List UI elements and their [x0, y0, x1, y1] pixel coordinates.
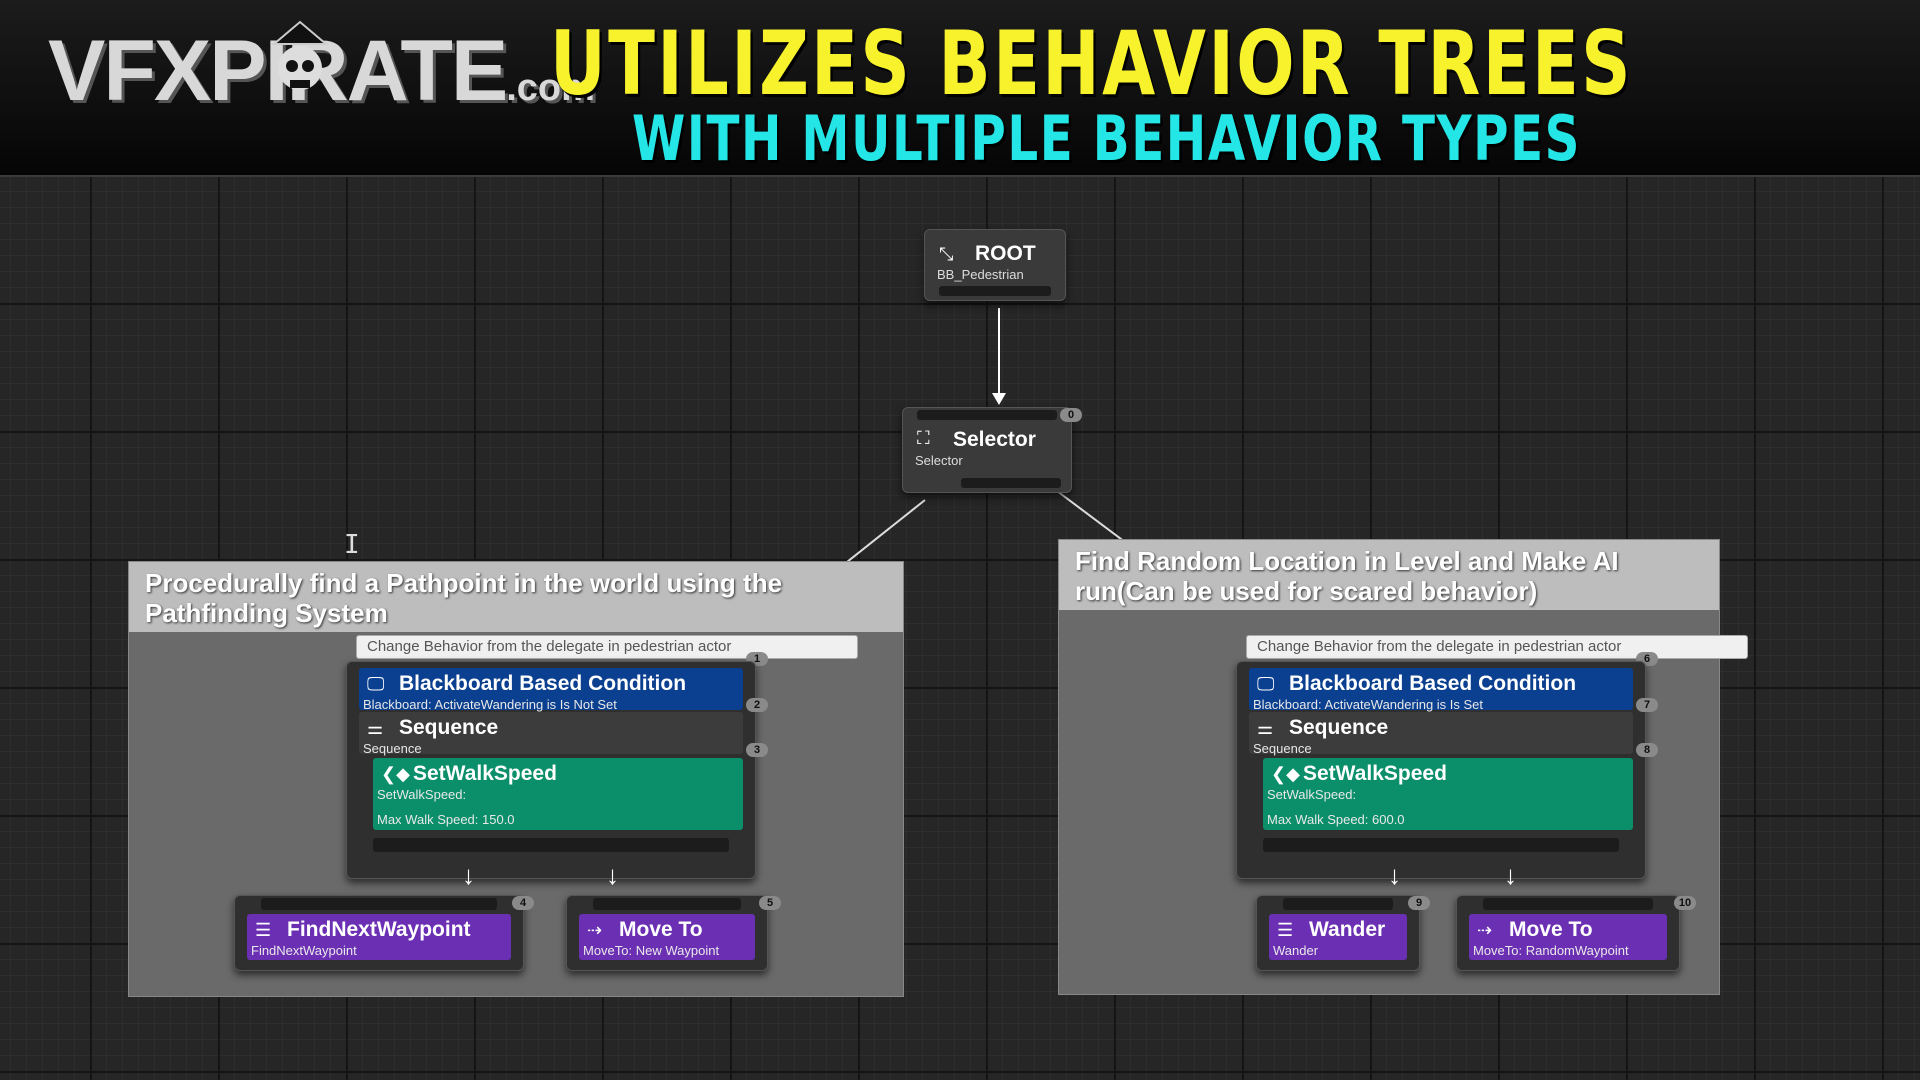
task-node-move-to-right[interactable]: ⇢ Move To MoveTo: RandomWaypoint — [1456, 895, 1680, 971]
root-node[interactable]: ⤡ ROOT BB_Pedestrian — [924, 229, 1066, 301]
execution-index-badge: 9 — [1408, 896, 1430, 910]
service-line1: SetWalkSpeed: — [377, 787, 467, 802]
sequence-output-pin[interactable] — [1263, 838, 1619, 852]
task-body: ⇢ Move To MoveTo: New Waypoint — [579, 914, 755, 960]
execution-index-badge: 4 — [512, 896, 534, 910]
task-body: ⇢ Move To MoveTo: RandomWaypoint — [1469, 914, 1667, 960]
execution-index-badge: 5 — [759, 896, 781, 910]
execution-index-badge: 0 — [1060, 408, 1082, 422]
task-subtitle: MoveTo: RandomWaypoint — [1473, 943, 1629, 958]
selector-subtitle: Selector — [915, 453, 963, 468]
comment-title: Find Random Location in Level and Make A… — [1059, 540, 1719, 610]
service-set-walk-speed[interactable]: ❮◆ SetWalkSpeed SetWalkSpeed: Max Walk S… — [1263, 758, 1633, 830]
service-icon: ❮◆ — [1271, 764, 1300, 784]
selector-node[interactable]: ⛶ Selector Selector — [902, 407, 1072, 493]
selector-title: Selector — [953, 428, 1036, 451]
comment-title: Procedurally find a Pathpoint in the wor… — [129, 562, 903, 632]
task-subtitle: FindNextWaypoint — [251, 943, 357, 958]
root-output-pin[interactable] — [939, 286, 1051, 296]
task-body: ☰ Wander Wander — [1269, 914, 1407, 960]
execution-index-badge: 2 — [746, 698, 768, 712]
task-body: ☰ FindNextWaypoint FindNextWaypoint — [247, 914, 511, 960]
composite-sequence[interactable]: ⚌ Sequence Sequence — [1249, 712, 1633, 756]
task-icon: ☰ — [1277, 920, 1294, 940]
task-title: Move To — [619, 918, 703, 941]
blackboard-icon: 🖵 — [367, 674, 385, 694]
pirate-skull-icon — [271, 20, 329, 90]
task-subtitle: MoveTo: New Waypoint — [583, 943, 720, 958]
sequence-node-right[interactable]: 🖵 Blackboard Based Condition Blackboard:… — [1236, 661, 1646, 879]
connection-arrow-icon: ↓ — [1388, 860, 1401, 890]
selector-input-pin[interactable] — [917, 410, 1057, 420]
subheadline: WITH MULTIPLE BEHAVIOR TYPES — [632, 102, 1582, 175]
decorator-subtitle: Blackboard: ActivateWandering is Is Not … — [363, 697, 617, 712]
sequence-output-pin[interactable] — [373, 838, 729, 852]
execution-index-badge: 8 — [1636, 743, 1658, 757]
sequence-icon: ⚌ — [367, 718, 384, 738]
text-cursor-icon: I — [344, 530, 360, 560]
sequence-icon: ⚌ — [1257, 718, 1274, 738]
connection-arrow-icon: ↓ — [462, 860, 475, 890]
task-input-pin[interactable] — [261, 898, 497, 910]
service-line1: SetWalkSpeed: — [1267, 787, 1357, 802]
headline: UTILIZES BEHAVIOR TREES — [550, 12, 1633, 115]
service-line2: Max Walk Speed: 150.0 — [377, 812, 515, 827]
root-icon: ⤡ — [939, 244, 954, 264]
move-to-icon: ⇢ — [587, 920, 603, 940]
execution-index-badge: 7 — [1636, 698, 1658, 712]
root-subtitle: BB_Pedestrian — [937, 267, 1024, 282]
connection-arrow-icon: ↓ — [1504, 860, 1517, 890]
sequence-node-left[interactable]: 🖵 Blackboard Based Condition Blackboard:… — [346, 661, 756, 879]
selector-icon: ⛶ — [917, 428, 930, 448]
task-node-wander[interactable]: ☰ Wander Wander — [1256, 895, 1420, 971]
blackboard-icon: 🖵 — [1257, 674, 1275, 694]
task-subtitle: Wander — [1273, 943, 1319, 958]
service-title: SetWalkSpeed — [1303, 762, 1447, 785]
composite-sequence[interactable]: ⚌ Sequence Sequence — [359, 712, 743, 756]
task-input-pin[interactable] — [1483, 898, 1653, 910]
service-icon: ❮◆ — [381, 764, 410, 784]
sequence-subtitle: Sequence — [1253, 741, 1312, 756]
task-input-pin[interactable] — [593, 898, 741, 910]
execution-index-badge: 3 — [746, 743, 768, 757]
title-banner: VFXPIRATE.com UTILIZES BEHAVIOR TREES WI… — [0, 0, 1920, 177]
task-title: FindNextWaypoint — [287, 918, 471, 941]
connection-arrow-icon: ↓ — [606, 860, 619, 890]
move-to-icon: ⇢ — [1477, 920, 1493, 940]
service-line2: Max Walk Speed: 600.0 — [1267, 812, 1405, 827]
selector-output-pin[interactable] — [961, 478, 1061, 488]
sequence-subtitle: Sequence — [363, 741, 422, 756]
service-set-walk-speed[interactable]: ❮◆ SetWalkSpeed SetWalkSpeed: Max Walk S… — [373, 758, 743, 830]
decorator-title: Blackboard Based Condition — [1289, 672, 1577, 695]
execution-index-badge: 10 — [1674, 896, 1696, 910]
service-title: SetWalkSpeed — [413, 762, 557, 785]
task-title: Move To — [1509, 918, 1593, 941]
decorator-blackboard-condition[interactable]: 🖵 Blackboard Based Condition Blackboard:… — [1249, 668, 1633, 712]
root-title: ROOT — [975, 242, 1036, 265]
task-title: Wander — [1309, 918, 1386, 941]
behavior-note: Change Behavior from the delegate in ped… — [1246, 635, 1748, 659]
behavior-tree-graph[interactable]: ⤡ ROOT BB_Pedestrian ⛶ Selector Selector… — [0, 177, 1920, 1080]
task-node-find-next-waypoint[interactable]: ☰ FindNextWaypoint FindNextWaypoint — [234, 895, 524, 971]
decorator-title: Blackboard Based Condition — [399, 672, 687, 695]
decorator-subtitle: Blackboard: ActivateWandering is Is Set — [1253, 697, 1484, 712]
decorator-blackboard-condition[interactable]: 🖵 Blackboard Based Condition Blackboard:… — [359, 668, 743, 712]
task-node-move-to-left[interactable]: ⇢ Move To MoveTo: New Waypoint — [566, 895, 768, 971]
task-input-pin[interactable] — [1283, 898, 1393, 910]
sequence-title: Sequence — [399, 716, 499, 739]
task-icon: ☰ — [255, 920, 272, 940]
sequence-title: Sequence — [1289, 716, 1389, 739]
behavior-note: Change Behavior from the delegate in ped… — [356, 635, 858, 659]
